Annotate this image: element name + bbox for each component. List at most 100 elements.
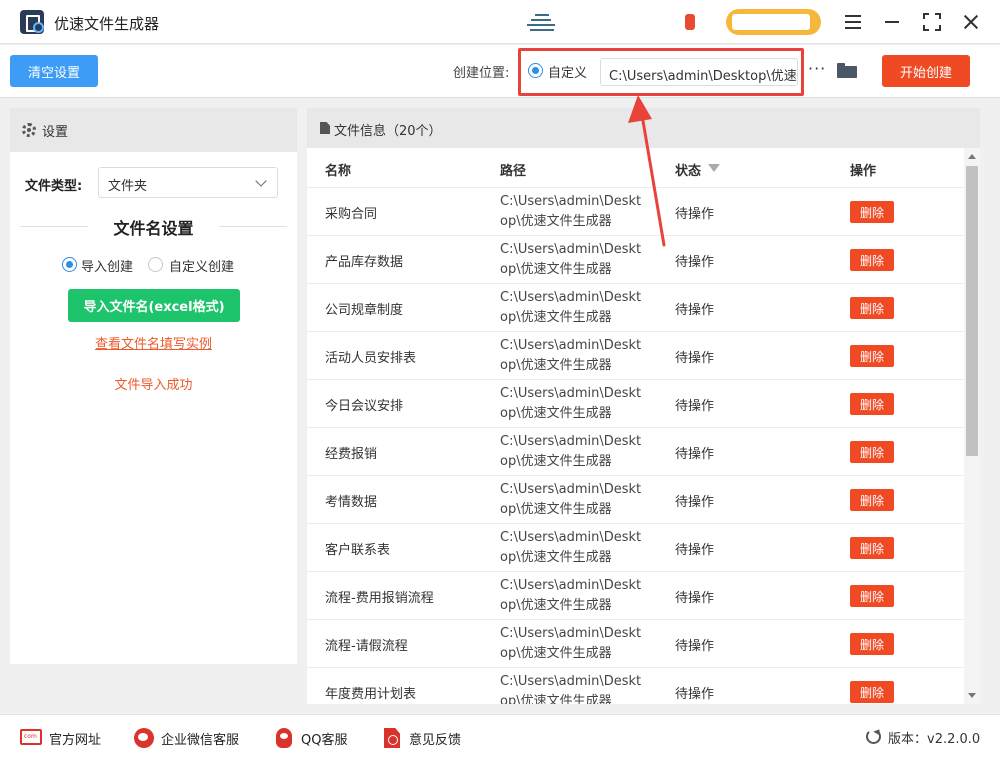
settings-panel: 文件类型: 文件夹 文件名设置 导入创建 自定义创建 导入文件名(excel格式…: [10, 152, 297, 664]
file-status-cell: 待操作: [675, 543, 715, 558]
file-status-cell: 待操作: [675, 399, 715, 414]
table-row: 经费报销 C:\Users\admin\Desktop\优速文件生成器 待操作 删除: [307, 428, 963, 476]
feedback-icon: [384, 728, 400, 748]
file-name-cell: 活动人员安排表: [325, 351, 417, 366]
close-icon[interactable]: [959, 10, 983, 34]
refresh-icon[interactable]: [866, 729, 881, 744]
table-row: 客户联系表 C:\Users\admin\Desktop\优速文件生成器 待操作 删除: [307, 524, 963, 572]
file-path-cell: C:\Users\admin\Desktop\优速文件生成器: [500, 434, 642, 469]
file-name-cell: 考情数据: [325, 495, 378, 510]
column-header-name[interactable]: 名称: [325, 160, 351, 179]
file-name-cell: 产品库存数据: [325, 255, 404, 270]
import-create-radio[interactable]: [62, 257, 77, 272]
filetype-select[interactable]: 文件夹: [98, 167, 278, 198]
file-status-cell: 待操作: [675, 207, 715, 222]
wechat-support-link[interactable]: 企业微信客服: [134, 728, 249, 748]
file-info-title: 文件信息（20个）: [334, 124, 442, 139]
file-path-cell: C:\Users\admin\Desktop\优速文件生成器: [500, 290, 642, 325]
more-options-button[interactable]: ···: [808, 59, 826, 78]
settings-header: 设置: [10, 108, 297, 152]
file-path-cell: C:\Users\admin\Desktop\优速文件生成器: [500, 674, 642, 704]
toolbar: 清空设置 创建位置: 自定义 C:\Users\admin\Desktop\优速…: [0, 45, 1000, 98]
delete-button[interactable]: 删除: [850, 489, 894, 511]
scroll-down-arrow-icon[interactable]: [968, 693, 976, 698]
file-path-cell: C:\Users\admin\Desktop\优速文件生成器: [500, 386, 642, 421]
table-row: 活动人员安排表 C:\Users\admin\Desktop\优速文件生成器 待操作…: [307, 332, 963, 380]
filter-icon[interactable]: [708, 164, 720, 172]
feedback-label: 意见反馈: [409, 733, 462, 748]
delete-button[interactable]: 删除: [850, 249, 894, 271]
custom-create-radio[interactable]: [148, 257, 163, 272]
version-label: 版本：v2.2.0.0: [888, 732, 981, 747]
table-row: 年度费用计划表 C:\Users\admin\Desktop\优速文件生成器 待操作…: [307, 668, 963, 704]
gear-icon: [22, 123, 36, 137]
settings-title: 设置: [42, 125, 69, 140]
scroll-up-arrow-icon[interactable]: [968, 154, 976, 159]
file-name-cell: 年度费用计划表: [325, 687, 417, 702]
file-path-cell: C:\Users\admin\Desktop\优速文件生成器: [500, 482, 642, 517]
file-status-cell: 待操作: [675, 639, 715, 654]
location-label: 创建位置:: [453, 66, 510, 81]
output-path-input[interactable]: C:\Users\admin\Desktop\优速: [600, 58, 798, 86]
titlebar-graphic-icon: [527, 12, 557, 32]
start-create-button[interactable]: 开始创建: [882, 55, 970, 87]
delete-button[interactable]: 删除: [850, 201, 894, 223]
file-name-cell: 公司规章制度: [325, 303, 404, 318]
document-icon: [320, 122, 330, 134]
delete-button[interactable]: 删除: [850, 345, 894, 367]
view-example-link[interactable]: 查看文件名填写实例: [20, 333, 287, 352]
table-body: 采购合同 C:\Users\admin\Desktop\优速文件生成器 待操作 删除产…: [307, 188, 963, 704]
qq-support-link[interactable]: QQ客服: [274, 728, 354, 748]
titlebar-badge-icon: [685, 14, 695, 30]
scrollbar-thumb[interactable]: [966, 166, 978, 456]
output-path-value: C:\Users\admin\Desktop\优速: [609, 69, 797, 84]
table-row: 考情数据 C:\Users\admin\Desktop\优速文件生成器 待操作 删除: [307, 476, 963, 524]
minimize-icon[interactable]: [880, 10, 904, 34]
column-header-path[interactable]: 路径: [500, 160, 526, 179]
table-row: 公司规章制度 C:\Users\admin\Desktop\优速文件生成器 待操作 删…: [307, 284, 963, 332]
custom-create-label: 自定义创建: [169, 260, 235, 275]
table-scrollbar[interactable]: [964, 148, 980, 704]
file-name-cell: 采购合同: [325, 207, 378, 222]
titlebar-promo-pill[interactable]: [726, 9, 821, 35]
clear-settings-button[interactable]: 清空设置: [10, 55, 98, 87]
filetype-value: 文件夹: [108, 179, 148, 194]
delete-button[interactable]: 删除: [850, 441, 894, 463]
file-path-cell: C:\Users\admin\Desktop\优速文件生成器: [500, 530, 642, 565]
delete-button[interactable]: 删除: [850, 585, 894, 607]
official-website-link[interactable]: 官方网址: [20, 728, 110, 748]
qq-icon: [276, 728, 292, 748]
delete-button[interactable]: 删除: [850, 297, 894, 319]
folder-icon[interactable]: [837, 63, 857, 78]
menu-icon[interactable]: [841, 10, 865, 34]
file-name-cell: 客户联系表: [325, 543, 391, 558]
annotation-arrow: [628, 95, 666, 247]
table-row: 流程-请假流程 C:\Users\admin\Desktop\优速文件生成器 待操作…: [307, 620, 963, 668]
file-status-cell: 待操作: [675, 591, 715, 606]
qq-support-label: QQ客服: [301, 733, 348, 748]
table-row: 今日会议安排 C:\Users\admin\Desktop\优速文件生成器 待操作 删…: [307, 380, 963, 428]
delete-button[interactable]: 删除: [850, 393, 894, 415]
file-path-cell: C:\Users\admin\Desktop\优速文件生成器: [500, 626, 642, 661]
custom-location-radio[interactable]: [528, 63, 543, 78]
filename-section-title: 文件名设置: [20, 215, 287, 239]
delete-button[interactable]: 删除: [850, 681, 894, 703]
feedback-link[interactable]: 意见反馈: [382, 728, 467, 748]
file-name-cell: 流程-请假流程: [325, 639, 408, 654]
app-logo-icon: [20, 10, 44, 34]
column-header-action: 操作: [850, 164, 877, 179]
file-name-cell: 今日会议安排: [325, 399, 404, 414]
file-status-cell: 待操作: [675, 495, 715, 510]
footer: 官方网址 企业微信客服 QQ客服 意见反馈: [0, 714, 1000, 760]
import-status-text: 文件导入成功: [114, 378, 193, 393]
file-status-cell: 待操作: [675, 447, 715, 462]
delete-button[interactable]: 删除: [850, 633, 894, 655]
chevron-down-icon: [255, 175, 267, 187]
custom-location-label: 自定义: [548, 66, 588, 81]
maximize-icon[interactable]: [920, 10, 944, 34]
delete-button[interactable]: 删除: [850, 537, 894, 559]
file-status-cell: 待操作: [675, 255, 715, 270]
title-bar: 优速文件生成器: [0, 0, 1000, 44]
file-status-cell: 待操作: [675, 687, 715, 702]
import-filenames-button[interactable]: 导入文件名(excel格式): [68, 289, 240, 322]
